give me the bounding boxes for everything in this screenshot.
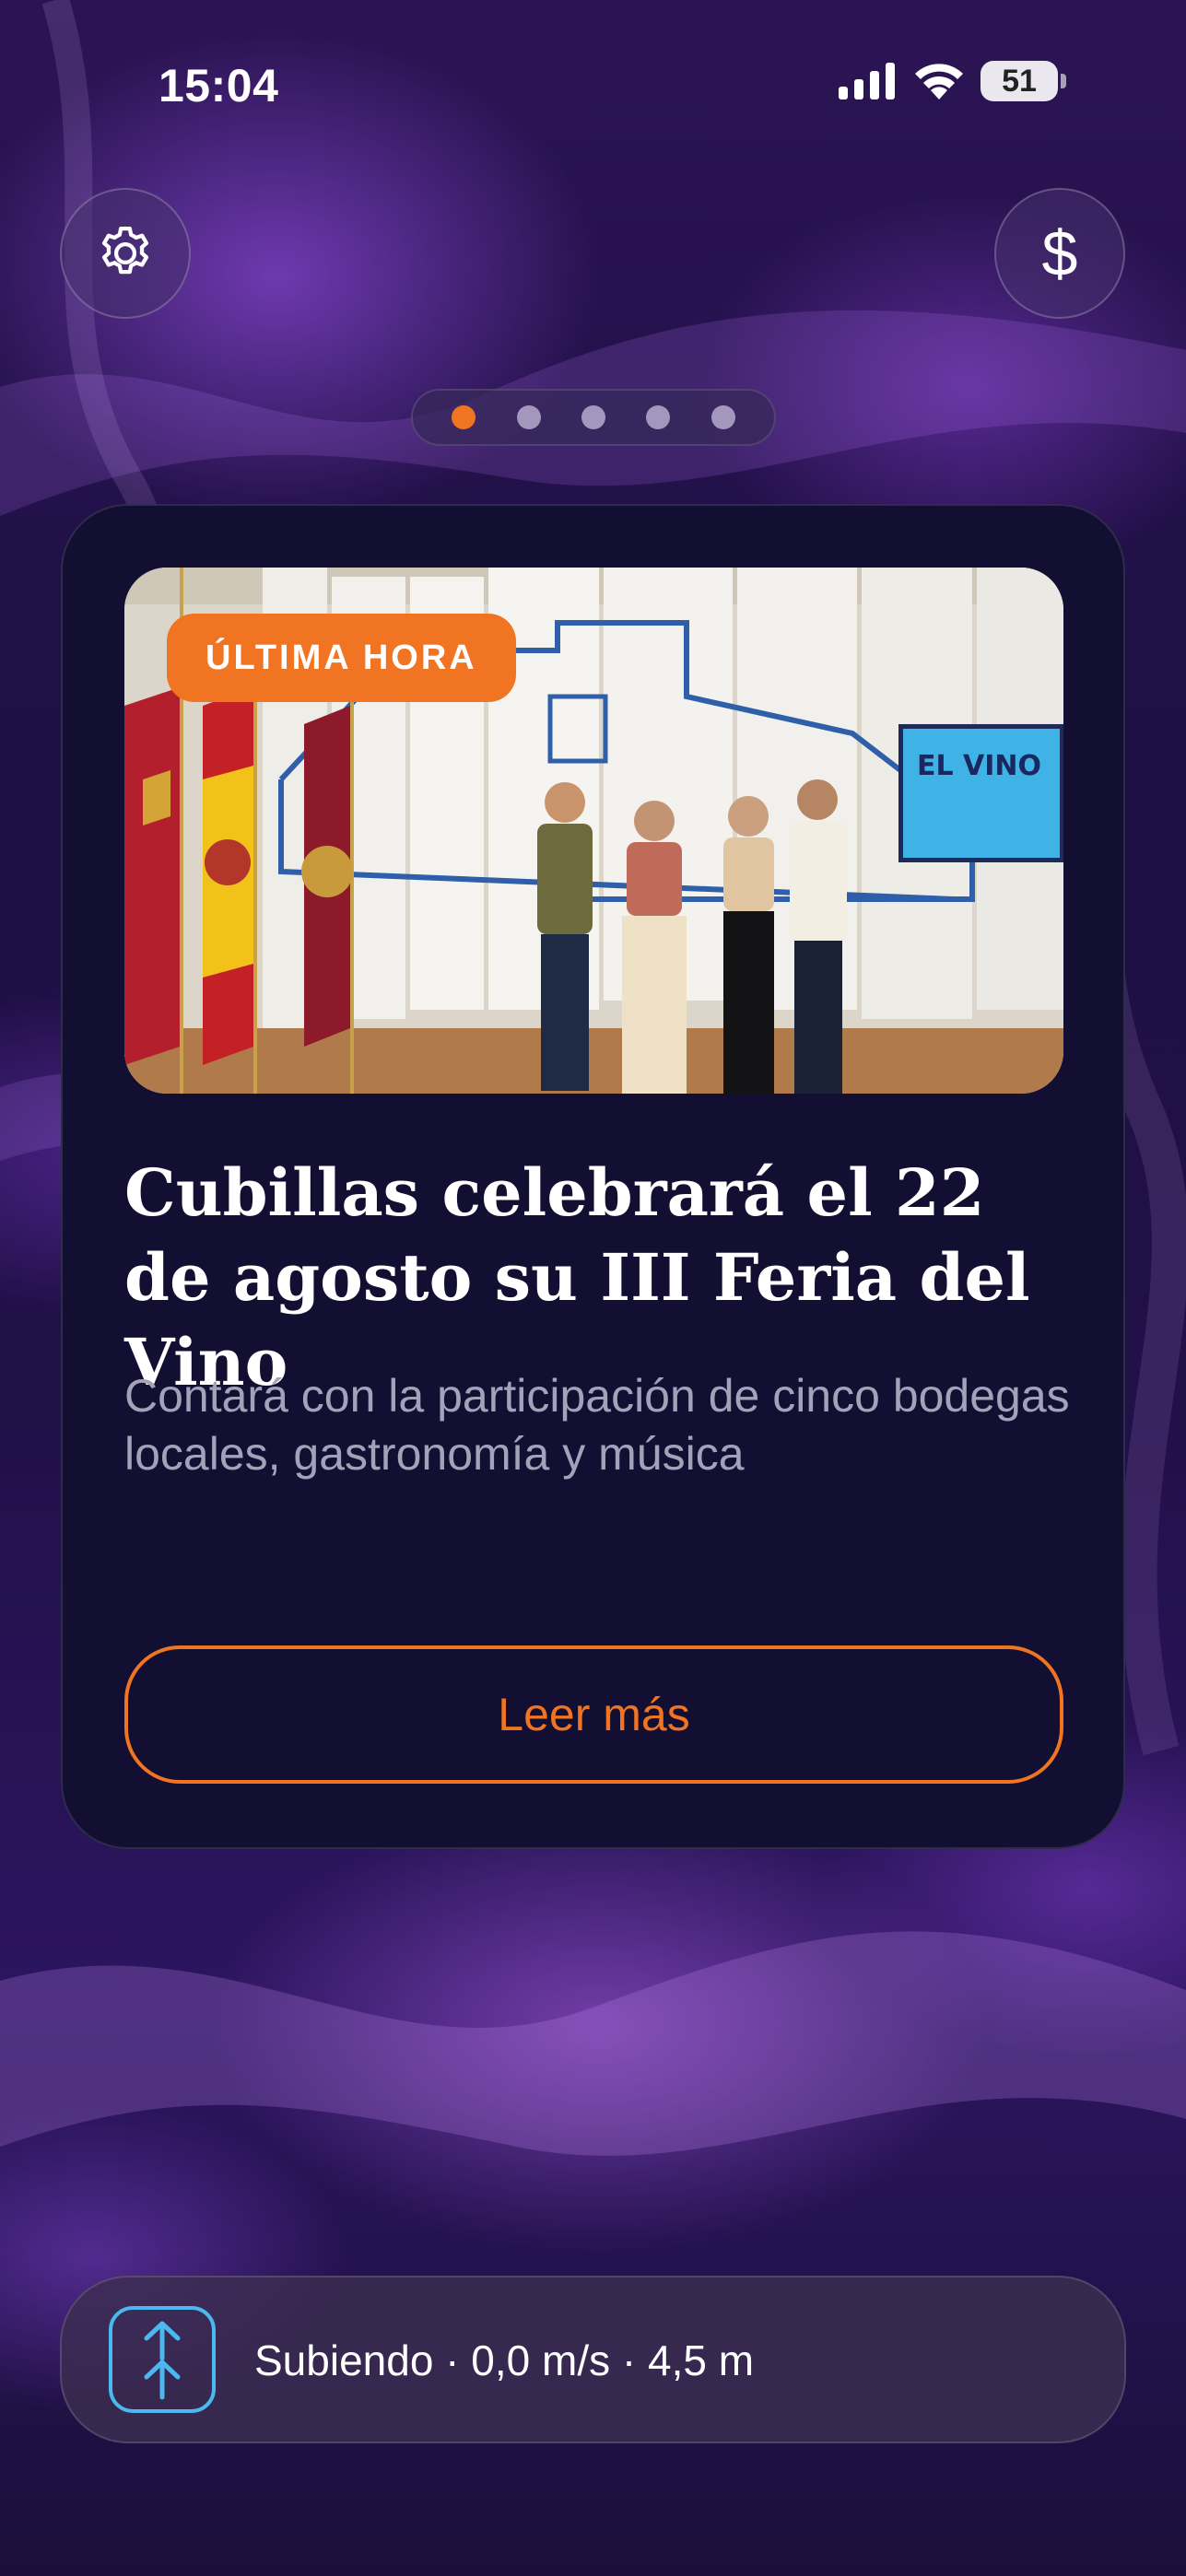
altitude-status-bar[interactable]: Subiendo · 0,0 m/s · 4,5 m bbox=[60, 2276, 1126, 2443]
page-indicator[interactable] bbox=[411, 389, 776, 446]
ascend-arrows-icon bbox=[109, 2306, 216, 2413]
battery-level: 51 bbox=[1002, 63, 1037, 99]
status-indicators: 51 bbox=[839, 61, 1066, 101]
dollar-icon: $ bbox=[1041, 217, 1078, 289]
page-dot-1[interactable] bbox=[452, 405, 476, 429]
status-time: 15:04 bbox=[159, 60, 279, 111]
screen-text: EL VINO bbox=[917, 750, 1041, 782]
altitude-status-text: Subiendo · 0,0 m/s · 4,5 m bbox=[254, 2336, 755, 2384]
page-dot-3[interactable] bbox=[581, 405, 605, 429]
news-card[interactable]: EL VINO ÚLTIMA HORA Cubillas celebrará e… bbox=[61, 504, 1125, 1849]
page-dot-4[interactable] bbox=[646, 405, 671, 429]
battery-icon: 51 bbox=[981, 61, 1066, 101]
gear-icon bbox=[101, 226, 149, 275]
page-dot-5[interactable] bbox=[710, 405, 735, 429]
wifi-icon bbox=[915, 64, 963, 100]
page-dot-2[interactable] bbox=[516, 405, 541, 429]
settings-button[interactable] bbox=[60, 188, 191, 319]
news-subtitle: Contará con la participación de cinco bo… bbox=[124, 1370, 1070, 1480]
breaking-news-badge: ÚLTIMA HORA bbox=[167, 614, 516, 702]
cellular-signal-icon bbox=[839, 63, 895, 100]
read-more-button[interactable]: Leer más bbox=[124, 1645, 1063, 1784]
currency-button[interactable]: $ bbox=[994, 188, 1125, 319]
